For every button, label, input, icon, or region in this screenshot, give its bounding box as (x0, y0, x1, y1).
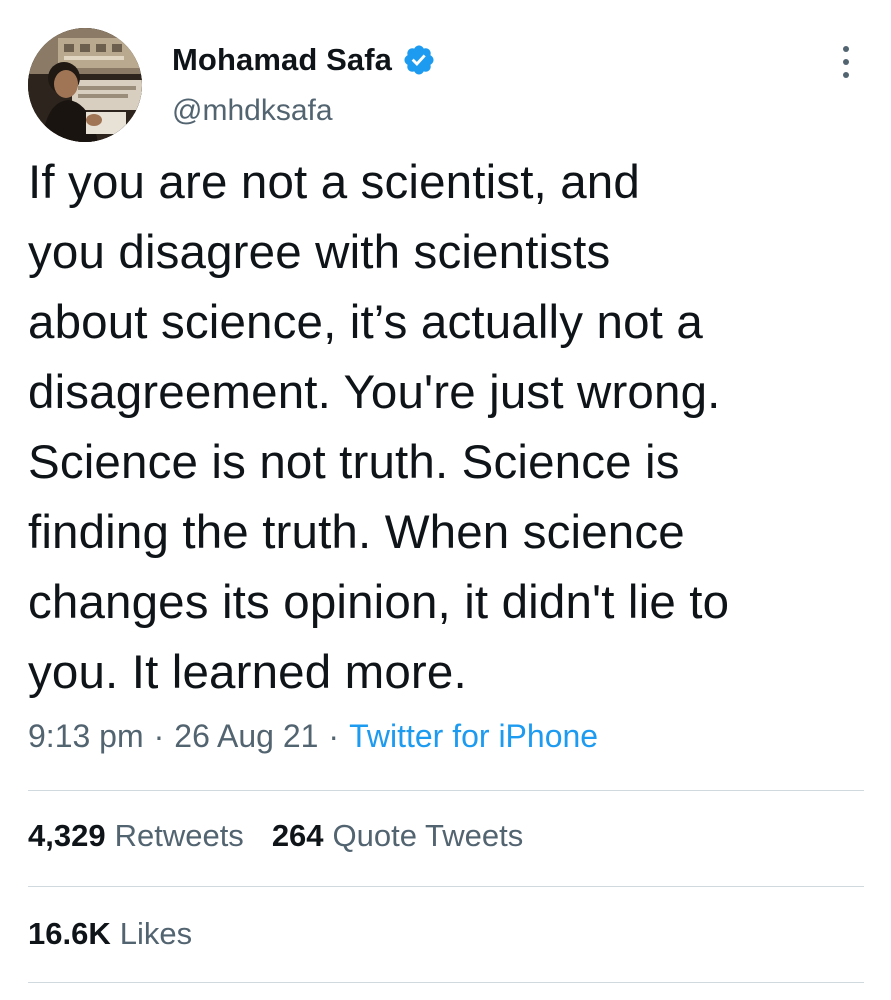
display-name[interactable]: Mohamad Safa (172, 42, 392, 78)
tweet-card: Mohamad Safa @mhdksafa If you are not a … (0, 0, 891, 1000)
likes-count: 16.6K (28, 916, 111, 951)
share-stats-row: 4,329 Retweets 264 Quote Tweets (28, 818, 523, 854)
tweet-text: If you are not a scientist, and you disa… (28, 156, 730, 699)
name-row: Mohamad Safa (172, 40, 436, 80)
divider (28, 886, 864, 887)
verified-badge-icon (402, 43, 436, 77)
profile-photo-icon (28, 28, 142, 142)
meta-separator: · (153, 718, 165, 754)
avatar[interactable] (28, 28, 142, 142)
quote-tweets-stat[interactable]: 264 Quote Tweets (272, 818, 523, 854)
divider (28, 982, 864, 983)
likes-stat[interactable]: 16.6K Likes (28, 916, 192, 952)
user-handle[interactable]: @mhdksafa (172, 94, 333, 128)
more-options-icon[interactable] (828, 42, 864, 82)
retweets-stat[interactable]: 4,329 Retweets (28, 818, 244, 854)
tweet-time[interactable]: 9:13 pm (28, 718, 144, 755)
likes-label: Likes (119, 916, 193, 951)
meta-separator: · (328, 718, 340, 754)
tweet-meta: 9:13 pm · 26 Aug 21 · Twitter for iPhone (28, 718, 598, 755)
tweet-source-link[interactable]: Twitter for iPhone (349, 718, 598, 755)
quote-tweets-label: Quote Tweets (332, 818, 524, 853)
likes-stats-row: 16.6K Likes (28, 916, 192, 952)
retweets-label: Retweets (114, 818, 244, 853)
retweets-count: 4,329 (28, 818, 106, 853)
divider (28, 790, 864, 791)
quote-tweets-count: 264 (271, 818, 324, 853)
tweet-date[interactable]: 26 Aug 21 (174, 718, 318, 755)
